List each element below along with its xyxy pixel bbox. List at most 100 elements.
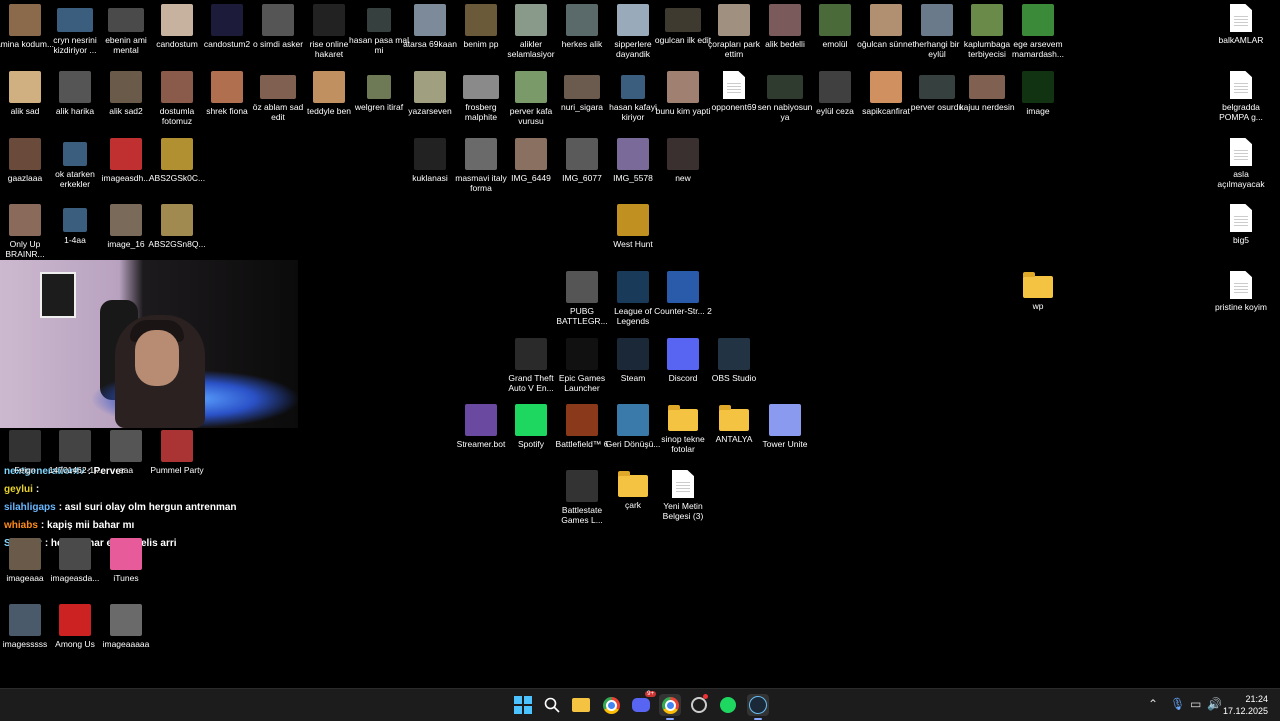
image-thumbnail-icon bbox=[819, 71, 851, 103]
desktop-icon[interactable]: Yeni Metin Belgesi (3) bbox=[652, 470, 714, 521]
desktop-icon[interactable]: imageaaaaa bbox=[95, 604, 157, 649]
volume-icon[interactable]: 🔊 bbox=[1207, 697, 1222, 711]
clock-time: 21:24 bbox=[1245, 694, 1268, 704]
document-icon bbox=[723, 71, 745, 99]
image-thumbnail-icon bbox=[566, 4, 598, 36]
image-thumbnail-icon bbox=[9, 71, 41, 103]
video-thumbnail-icon bbox=[260, 75, 296, 99]
image-thumbnail-icon bbox=[211, 4, 243, 36]
desktop-icon[interactable]: West Hunt bbox=[602, 204, 664, 249]
desktop-icon[interactable]: ABS2GSn8Q... bbox=[146, 204, 208, 249]
image-thumbnail-icon bbox=[9, 138, 41, 170]
obs-taskbar-button[interactable] bbox=[688, 694, 710, 716]
chat-username: whiabs bbox=[4, 520, 38, 531]
video-thumbnail-icon bbox=[919, 75, 955, 99]
desktop-icon[interactable]: Counter-Str... 2 bbox=[652, 271, 714, 316]
image-thumbnail-icon bbox=[667, 338, 699, 370]
chat-text: : kapiş mii bahar mı bbox=[40, 520, 135, 531]
image-thumbnail-icon bbox=[313, 4, 345, 36]
image-thumbnail-icon bbox=[367, 8, 391, 32]
desktop-icon[interactable]: pristine koyim bbox=[1210, 271, 1272, 312]
image-thumbnail-icon bbox=[617, 338, 649, 370]
image-thumbnail-icon bbox=[110, 204, 142, 236]
desktop-icon[interactable]: Pummel Party bbox=[146, 430, 208, 475]
document-icon bbox=[1230, 71, 1252, 99]
network-icon[interactable]: ▭ bbox=[1190, 697, 1201, 711]
chat-message: whiabs: kapiş mii bahar mı bbox=[4, 519, 304, 537]
clock[interactable]: 21:24 17.12.2025 bbox=[1223, 693, 1268, 717]
spotify-taskbar-button[interactable] bbox=[717, 694, 739, 716]
folder-icon bbox=[719, 405, 749, 431]
image-thumbnail-icon bbox=[161, 4, 193, 36]
desktop-icon[interactable]: balkAMLAR bbox=[1210, 4, 1272, 45]
image-thumbnail-icon bbox=[870, 71, 902, 103]
image-thumbnail-icon bbox=[110, 430, 142, 462]
image-thumbnail-icon bbox=[515, 338, 547, 370]
desktop-icon[interactable]: belgradda POMPA g... bbox=[1210, 71, 1272, 122]
desktop-icon[interactable]: Tower Unite bbox=[754, 404, 816, 449]
file-explorer-button[interactable] bbox=[570, 694, 592, 716]
streamer-taskbar-button[interactable] bbox=[747, 694, 769, 720]
chat-text: : asıl suri olay olm hergun antrenman bbox=[58, 502, 237, 513]
desktop-icon[interactable]: iTunes bbox=[95, 538, 157, 583]
desktop-icon[interactable]: OBS Studio bbox=[703, 338, 765, 383]
desktop-icon-label: balkAMLAR bbox=[1218, 35, 1264, 45]
desktop-icon[interactable]: image bbox=[1007, 71, 1069, 116]
desktop-icon[interactable]: big5 bbox=[1210, 204, 1272, 245]
image-thumbnail-icon bbox=[110, 138, 142, 170]
start-button[interactable] bbox=[512, 694, 534, 716]
video-thumbnail-icon bbox=[665, 8, 701, 32]
desktop-icon[interactable]: new bbox=[652, 138, 714, 183]
desktop-icon-label: iTunes bbox=[113, 573, 139, 583]
chat-message: silahligaps: asıl suri olay olm hergun a… bbox=[4, 501, 304, 519]
desktop-icon-label: Pummel Party bbox=[150, 465, 204, 475]
image-thumbnail-icon bbox=[617, 271, 649, 303]
desktop-icon-label: new bbox=[675, 173, 691, 183]
desktop-icon[interactable]: ABS2GSk0C... bbox=[146, 138, 208, 183]
image-thumbnail-icon bbox=[211, 71, 243, 103]
image-thumbnail-icon bbox=[161, 138, 193, 170]
image-thumbnail-icon bbox=[718, 338, 750, 370]
search-button[interactable] bbox=[541, 694, 563, 716]
desktop-icon-label: asla açılmayacak bbox=[1217, 169, 1265, 189]
microphone-icon[interactable]: 🎙 bbox=[1170, 697, 1185, 711]
image-thumbnail-icon bbox=[59, 430, 91, 462]
image-thumbnail-icon bbox=[515, 4, 547, 36]
notification-badge: 9+ bbox=[645, 691, 656, 697]
discord-taskbar-button[interactable]: 9+ bbox=[630, 691, 656, 716]
desktop-icon-label: belgradda POMPA g... bbox=[1219, 102, 1263, 122]
chrome-button[interactable] bbox=[600, 694, 622, 716]
show-hidden-icons[interactable]: ⌃ bbox=[1148, 697, 1158, 711]
image-thumbnail-icon bbox=[617, 4, 649, 36]
image-thumbnail-icon bbox=[161, 204, 193, 236]
image-thumbnail-icon bbox=[718, 4, 750, 36]
image-thumbnail-icon bbox=[59, 71, 91, 103]
desktop-icon[interactable]: ege arsevem mamardash... bbox=[1007, 4, 1069, 59]
image-thumbnail-icon bbox=[667, 71, 699, 103]
image-thumbnail-icon bbox=[870, 4, 902, 36]
desktop-icon-label: West Hunt bbox=[613, 239, 653, 249]
document-icon bbox=[1230, 204, 1252, 232]
chrome-icon bbox=[661, 696, 679, 714]
image-thumbnail-icon bbox=[465, 404, 497, 436]
image-thumbnail-icon bbox=[9, 538, 41, 570]
image-thumbnail-icon bbox=[161, 71, 193, 103]
desktop-icon[interactable]: wp bbox=[1007, 271, 1069, 311]
chrome-active-button[interactable] bbox=[659, 694, 681, 720]
image-thumbnail-icon bbox=[566, 404, 598, 436]
image-thumbnail-icon bbox=[921, 4, 953, 36]
image-thumbnail-icon bbox=[63, 142, 87, 166]
image-thumbnail-icon bbox=[566, 470, 598, 502]
folder-icon bbox=[618, 471, 648, 497]
image-thumbnail-icon bbox=[515, 138, 547, 170]
image-thumbnail-icon bbox=[667, 138, 699, 170]
desktop-icon-label: pristine koyim bbox=[1215, 302, 1267, 312]
image-thumbnail-icon bbox=[566, 138, 598, 170]
image-thumbnail-icon bbox=[59, 604, 91, 636]
image-thumbnail-icon bbox=[414, 4, 446, 36]
image-thumbnail-icon bbox=[110, 71, 142, 103]
spotify-icon bbox=[720, 697, 736, 713]
chat-username: geylui bbox=[4, 484, 33, 495]
image-thumbnail-icon bbox=[769, 4, 801, 36]
desktop-icon[interactable]: asla açılmayacak bbox=[1210, 138, 1272, 189]
